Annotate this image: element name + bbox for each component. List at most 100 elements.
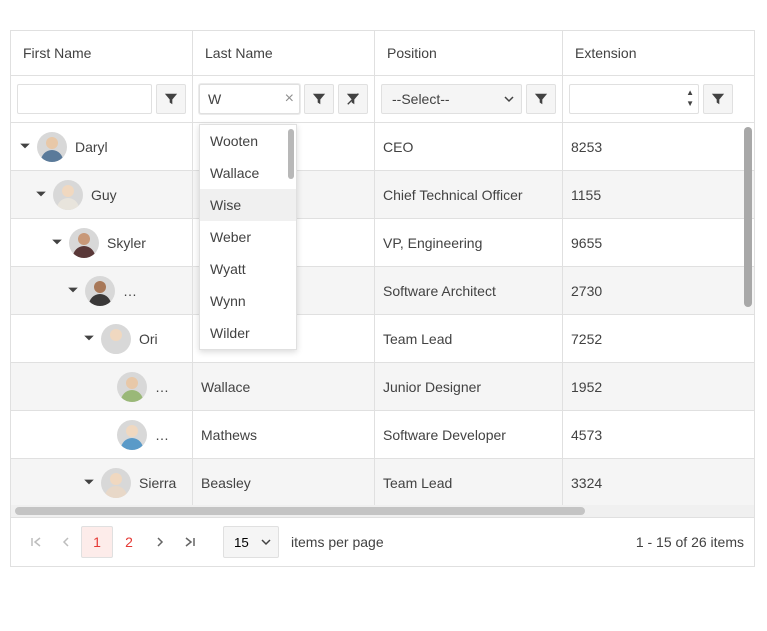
firstname-text: … — [155, 427, 169, 443]
filter-lastname-clear-button[interactable] — [338, 84, 368, 114]
chevron-down-icon — [83, 332, 95, 344]
pager-prev-button[interactable] — [51, 526, 81, 558]
chevron-down-icon — [67, 284, 79, 296]
chevron-down-icon — [19, 140, 31, 152]
avatar — [117, 372, 147, 402]
firstname-text: Sierra — [139, 475, 176, 491]
filter-row: × WootenWallaceWiseWeberWyattWynnWilder … — [11, 76, 754, 123]
pager-last-button[interactable] — [175, 526, 205, 558]
firstname-text: … — [123, 283, 137, 299]
cell-position: Team Lead — [375, 459, 563, 505]
autocomplete-item[interactable]: Wynn — [200, 285, 296, 317]
filter-extension-button[interactable] — [703, 84, 733, 114]
filter-cell-position: --Select-- — [375, 76, 563, 122]
filter-lastname-button[interactable] — [304, 84, 334, 114]
page-size-label: items per page — [291, 534, 384, 550]
cell-extension: 1952 — [563, 363, 739, 410]
avatar — [69, 228, 99, 258]
avatar — [101, 324, 131, 354]
cell-firstname: Skyler — [11, 219, 193, 266]
header-lastname[interactable]: Last Name — [193, 31, 375, 75]
filter-cell-firstname — [11, 76, 193, 122]
autocomplete-item[interactable]: Wooten — [200, 125, 296, 157]
cell-extension: 1155 — [563, 171, 739, 218]
filter-position-button[interactable] — [526, 84, 556, 114]
cell-lastname: Mathews — [193, 411, 375, 458]
firstname-text: Daryl — [75, 139, 108, 155]
last-page-icon — [184, 536, 196, 548]
expand-toggle[interactable] — [19, 139, 37, 155]
cell-firstname: … — [11, 363, 193, 410]
filter-firstname-button[interactable] — [156, 84, 186, 114]
cell-extension: 2730 — [563, 267, 739, 314]
autocomplete-item[interactable]: Weber — [200, 221, 296, 253]
treelist-grid: First Name Last Name Position Extension … — [10, 30, 755, 567]
cell-position: CEO — [375, 123, 563, 170]
pager-next-button[interactable] — [145, 526, 175, 558]
cell-lastname: Wallace — [193, 363, 375, 410]
chevron-down-icon — [83, 476, 95, 488]
clear-icon[interactable]: × — [285, 91, 294, 107]
filter-cell-extension: ▲ ▼ — [563, 76, 739, 122]
filter-icon — [164, 92, 178, 106]
pager-info: 1 - 15 of 26 items — [636, 534, 744, 550]
cell-extension: 3324 — [563, 459, 739, 505]
header-firstname[interactable]: First Name — [11, 31, 193, 75]
header-position[interactable]: Position — [375, 31, 563, 75]
cell-position: VP, Engineering — [375, 219, 563, 266]
page-size-select[interactable]: 15 — [223, 526, 279, 558]
avatar — [117, 420, 147, 450]
cell-position: Team Lead — [375, 315, 563, 362]
cell-position: Software Developer — [375, 411, 563, 458]
cell-extension: 8253 — [563, 123, 739, 170]
expand-toggle[interactable] — [67, 283, 85, 299]
table-row: … Software Architect2730 — [11, 267, 754, 315]
cell-position: Chief Technical Officer — [375, 171, 563, 218]
cell-firstname: Sierra — [11, 459, 193, 505]
chevron-down-icon — [51, 236, 63, 248]
cell-position: Software Architect — [375, 267, 563, 314]
filter-icon — [711, 92, 725, 106]
avatar — [85, 276, 115, 306]
filter-position-select[interactable]: --Select-- — [381, 84, 522, 114]
page-number[interactable]: 2 — [113, 526, 145, 558]
spinner-down-icon[interactable]: ▼ — [686, 98, 694, 109]
cell-position: Junior Designer — [375, 363, 563, 410]
horizontal-scrollbar[interactable] — [11, 505, 754, 517]
expand-toggle[interactable] — [35, 187, 53, 203]
page-number[interactable]: 1 — [81, 526, 113, 558]
table-row: OriWynnTeam Lead7252 — [11, 315, 754, 363]
spinner-up-icon[interactable]: ▲ — [686, 87, 694, 98]
firstname-text: Skyler — [107, 235, 146, 251]
cell-firstname: Ori — [11, 315, 193, 362]
chevron-right-icon — [155, 537, 165, 547]
cell-firstname: … — [11, 411, 193, 458]
expand-toggle[interactable] — [83, 331, 101, 347]
vertical-scrollbar[interactable] — [742, 123, 754, 505]
autocomplete-item[interactable]: Wise — [200, 189, 296, 221]
autocomplete-item[interactable]: Wyatt — [200, 253, 296, 285]
filter-firstname-input[interactable] — [17, 84, 152, 114]
chevron-left-icon — [61, 537, 71, 547]
table-row: … WallaceJunior Designer1952 — [11, 363, 754, 411]
filter-icon — [312, 92, 326, 106]
dropdown-scrollbar[interactable] — [288, 129, 294, 179]
avatar — [53, 180, 83, 210]
autocomplete-item[interactable]: Wilder — [200, 317, 296, 349]
header-row: First Name Last Name Position Extension — [11, 31, 754, 76]
expand-toggle[interactable] — [83, 475, 101, 491]
firstname-text: Guy — [91, 187, 117, 203]
filter-cell-lastname: × WootenWallaceWiseWeberWyattWynnWilder — [193, 76, 375, 122]
cell-firstname: … — [11, 267, 193, 314]
autocomplete-item[interactable]: Wallace — [200, 157, 296, 189]
cell-lastname: Beasley — [193, 459, 375, 505]
cell-extension: 7252 — [563, 315, 739, 362]
pager-first-button[interactable] — [21, 526, 51, 558]
header-extension[interactable]: Extension — [563, 31, 739, 75]
table-row: Guy Chief Technical Officer1155 — [11, 171, 754, 219]
table-row: Daryl CEO8253 — [11, 123, 754, 171]
autocomplete-dropdown: WootenWallaceWiseWeberWyattWynnWilder — [199, 124, 297, 350]
firstname-text: … — [155, 379, 169, 395]
expand-toggle[interactable] — [51, 235, 69, 251]
filter-extension-input[interactable]: ▲ ▼ — [569, 84, 699, 114]
